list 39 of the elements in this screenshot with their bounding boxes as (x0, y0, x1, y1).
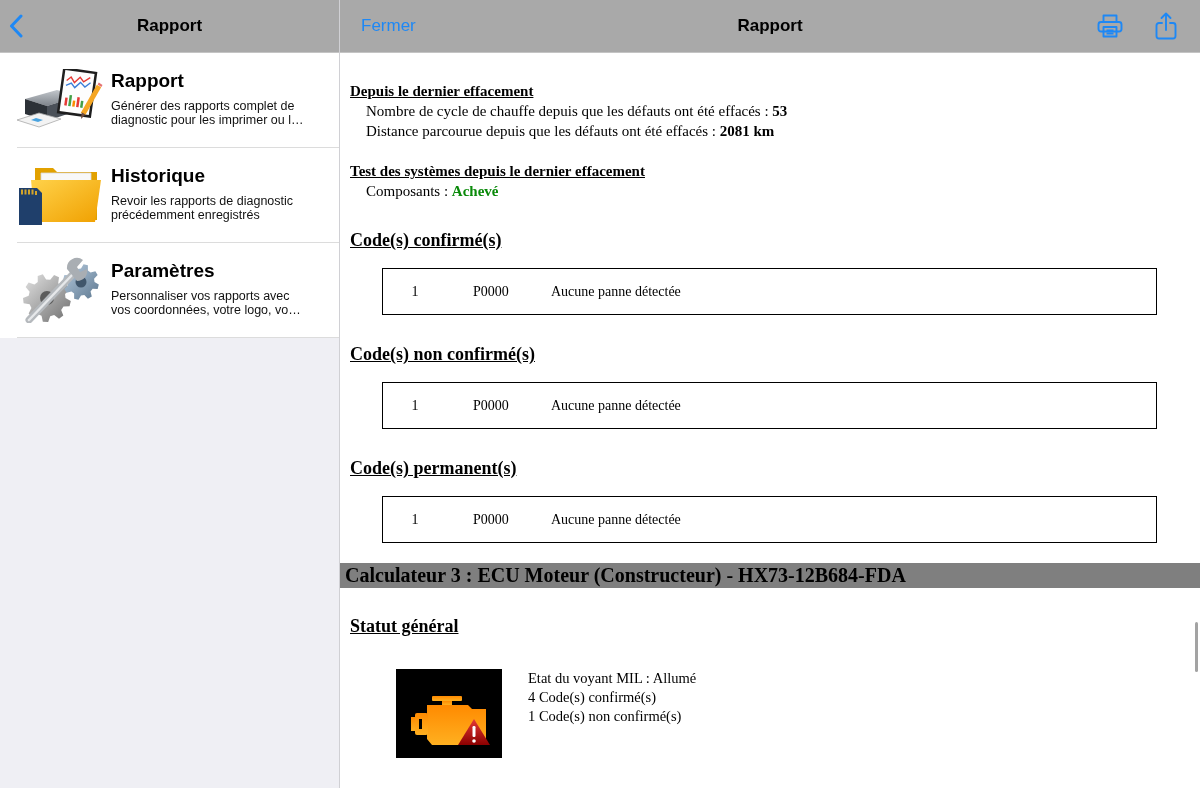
section-heading: Depuis le dernier effacement (350, 82, 534, 101)
share-icon (1155, 12, 1177, 40)
item-title: Paramètres (111, 259, 215, 283)
table-cell-text: P0000 (472, 511, 510, 528)
item-description: Personnaliser vos rapports avec vos coordonnées, votre logo, vo… (111, 289, 302, 317)
item-title: Historique (111, 164, 205, 188)
status-line: 1 Code(s) non confirmé(s) (528, 707, 682, 726)
chevron-left-icon (9, 14, 23, 38)
info-line: Distance parcourue depuis que les défauts ont été effacés : 2081 km (365, 122, 775, 141)
share-button[interactable] (1155, 12, 1177, 40)
table-cell-text: P0000 (472, 397, 510, 414)
section-heading: Code(s) confirmé(s) (350, 229, 502, 251)
section-heading: Code(s) permanent(s) (350, 457, 517, 479)
table-cell-text: 1 (410, 397, 420, 414)
print-icon (1097, 14, 1123, 38)
status-line: 4 Code(s) confirmé(s) (528, 688, 657, 707)
section-heading: Test des systèmes depuis le dernier effacement (350, 162, 645, 181)
table-cell: Aucune panne détectée (551, 397, 681, 414)
table-cell-text: P0000 (472, 283, 510, 300)
table-cell-text: 1 (410, 511, 420, 528)
nav-title: Rapport (136, 16, 203, 36)
item-title: Rapport (111, 69, 184, 93)
back-button[interactable] (9, 14, 23, 38)
info-line: Nombre de cycle de chauffe depuis que les défauts ont été effacés : 53 (365, 102, 788, 121)
info-line: Composants : Achevé (365, 182, 499, 201)
section-heading: Code(s) non confirmé(s) (350, 343, 535, 365)
check-engine-warning-icon (396, 669, 502, 758)
print-button[interactable] (1097, 14, 1123, 38)
table-cell: Aucune panne détectée (551, 283, 681, 300)
table-cell: Aucune panne détectée (551, 511, 681, 528)
printer-and-chart-report-icon (17, 69, 103, 131)
status-line: Etat du voyant MIL : Allumé (528, 669, 697, 688)
item-description: Générer des rapports complet de diagnostic pour les imprimer ou l… (111, 99, 305, 127)
item-description: Revoir les rapports de diagnostic précédemment enregistrés (111, 194, 295, 222)
ecu-banner: Calculateur 3 : ECU Moteur (Constructeur) - HX73-12B684-FDA (340, 563, 1200, 588)
table-cell-text: 1 (410, 283, 420, 300)
section-heading: Statut général (350, 615, 459, 637)
nav-title: Rapport (737, 16, 803, 36)
scroll-indicator (1194, 622, 1198, 672)
